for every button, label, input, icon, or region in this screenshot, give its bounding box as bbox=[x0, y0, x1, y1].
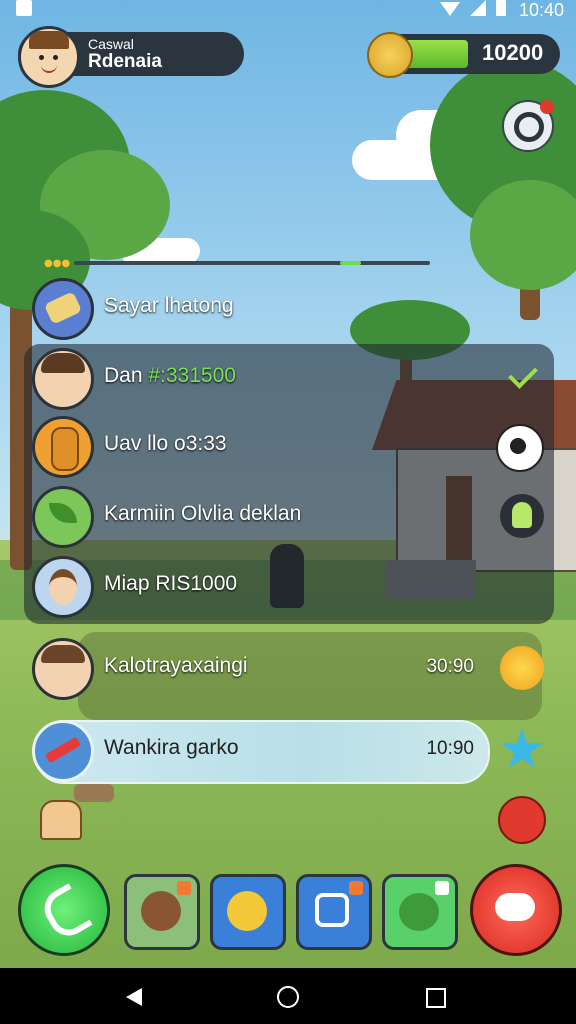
list-item-label: Sayar lhatong bbox=[104, 294, 234, 317]
list-item[interactable]: Karmiin Olvlia deklan bbox=[32, 484, 552, 548]
home-icon[interactable] bbox=[277, 986, 299, 1008]
checkmark-icon[interactable] bbox=[500, 356, 544, 400]
progress-marker-icon: ●●● bbox=[44, 258, 71, 269]
player-name: Rdenaia bbox=[88, 51, 162, 72]
status-bar: 10:40 bbox=[0, 0, 576, 22]
leaf-icon bbox=[32, 486, 94, 548]
list-item[interactable]: Dan #:331500 bbox=[32, 346, 552, 410]
giraffe-avatar bbox=[32, 416, 94, 478]
list-item-label: Kalotrayaxaingi bbox=[104, 654, 248, 677]
list-item-label: Karmiin Olvlia deklan bbox=[104, 502, 302, 525]
recents-icon[interactable] bbox=[426, 988, 446, 1008]
list-item-label: Miap RIS1000 bbox=[104, 572, 238, 595]
progress-track bbox=[74, 261, 430, 265]
back-icon[interactable] bbox=[126, 988, 142, 1006]
star-icon[interactable] bbox=[500, 728, 544, 769]
notification-badge bbox=[177, 881, 191, 895]
chat-icon bbox=[495, 893, 535, 921]
camera-button[interactable] bbox=[296, 874, 372, 950]
target-icon bbox=[514, 112, 544, 142]
flower-icon[interactable] bbox=[498, 796, 546, 844]
bear-icon bbox=[141, 891, 181, 931]
camera-icon bbox=[315, 893, 349, 927]
sandwich-icon bbox=[32, 278, 94, 340]
notification-icon bbox=[16, 0, 32, 16]
status-time: 10:40 bbox=[518, 0, 564, 20]
player-avatar[interactable] bbox=[18, 26, 80, 88]
list-item-label: Dan #:331500 bbox=[104, 364, 236, 388]
gear-icon[interactable] bbox=[496, 424, 544, 472]
ghost-icon[interactable] bbox=[500, 494, 544, 538]
emoji-icon bbox=[227, 891, 267, 931]
eye bbox=[53, 55, 58, 60]
list-item[interactable]: Wankira garko 10:90 bbox=[32, 718, 552, 782]
monster-icon bbox=[399, 893, 439, 931]
list-item-time: 10:90 bbox=[426, 738, 474, 759]
progress-fill bbox=[340, 261, 361, 265]
emoji-button[interactable] bbox=[210, 874, 286, 950]
notification-badge bbox=[540, 100, 554, 114]
battery-icon bbox=[496, 0, 506, 16]
wifi-icon bbox=[440, 2, 460, 16]
target-button[interactable] bbox=[502, 100, 554, 152]
phone-icon bbox=[37, 883, 93, 943]
pencil-icon bbox=[32, 720, 94, 782]
list-item-label: Uav llo o3:33 bbox=[104, 432, 227, 455]
list-item-time: 30:90 bbox=[426, 656, 474, 677]
bread-icon[interactable] bbox=[40, 800, 82, 840]
eye bbox=[39, 55, 44, 60]
label-prefix: Dan bbox=[104, 364, 149, 387]
mouth bbox=[41, 65, 57, 73]
notification-badge bbox=[435, 881, 449, 895]
call-button[interactable] bbox=[18, 864, 110, 956]
bear-button[interactable] bbox=[124, 874, 200, 950]
stone bbox=[74, 784, 114, 802]
sun-icon[interactable] bbox=[500, 646, 544, 690]
system-nav-bar bbox=[0, 968, 576, 1024]
boy-avatar bbox=[32, 638, 94, 700]
hair bbox=[29, 31, 69, 49]
signal-icon bbox=[470, 0, 486, 16]
list-item[interactable]: Uav llo o3:33 bbox=[32, 414, 552, 478]
quest-progress: ●●● bbox=[44, 258, 430, 269]
monster-button[interactable] bbox=[382, 874, 458, 950]
score-value: 10200 bbox=[482, 40, 544, 65]
boy-avatar bbox=[32, 348, 94, 410]
list-item[interactable]: Kalotrayaxaingi 30:90 bbox=[32, 636, 552, 700]
list-item[interactable]: Sayar lhatong bbox=[32, 276, 552, 340]
girl-avatar bbox=[32, 556, 94, 618]
chat-button[interactable] bbox=[470, 864, 562, 956]
list-item-label: Wankira garko bbox=[104, 736, 239, 759]
label-highlight: #:331500 bbox=[148, 364, 236, 387]
list-item[interactable]: Miap RIS1000 bbox=[32, 554, 552, 618]
notification-badge bbox=[349, 881, 363, 895]
coin-icon bbox=[367, 32, 413, 78]
player-title: Caswal bbox=[88, 36, 134, 52]
